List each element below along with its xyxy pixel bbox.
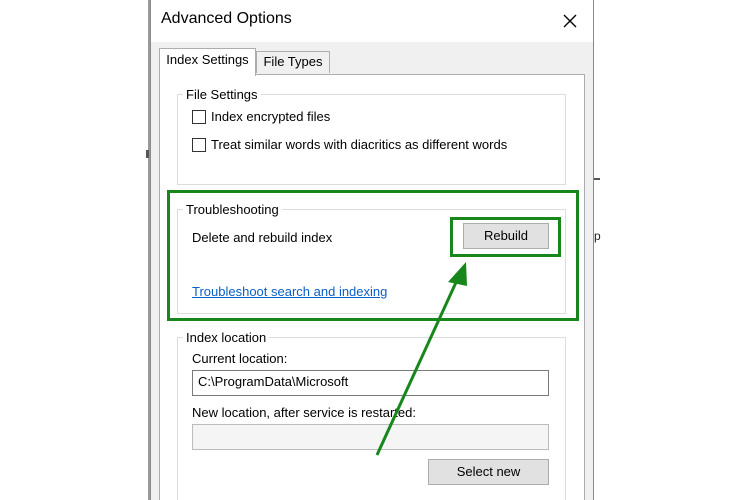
background-window-line: [146, 150, 149, 158]
troubleshooting-legend: Troubleshooting: [186, 202, 279, 217]
index-settings-panel: File Settings Index encrypted files Trea…: [159, 74, 585, 500]
diacritics-label: Treat similar words with diacritics as d…: [211, 137, 508, 152]
delete-rebuild-text: Delete and rebuild index: [192, 230, 333, 245]
close-button[interactable]: [555, 6, 585, 36]
title-bar: Advanced Options: [151, 0, 593, 42]
file-settings-legend: File Settings: [186, 87, 258, 102]
index-location-legend: Index location: [186, 330, 267, 345]
new-location-field[interactable]: [192, 424, 549, 450]
rebuild-button[interactable]: Rebuild: [463, 223, 549, 249]
advanced-options-dialog: Advanced Options Index Settings File Typ…: [150, 0, 594, 500]
new-location-label: New location, after service is restarted…: [192, 405, 416, 420]
tab-file-types[interactable]: File Types: [256, 51, 330, 73]
background-window-text: p: [594, 229, 601, 243]
diacritics-checkbox-row[interactable]: Treat similar words with diacritics as d…: [192, 137, 507, 152]
diacritics-checkbox[interactable]: [192, 137, 206, 152]
index-encrypted-label: Index encrypted files: [211, 109, 331, 124]
select-new-button[interactable]: Select new: [428, 459, 549, 485]
close-icon: [563, 14, 577, 28]
current-location-field[interactable]: C:\ProgramData\Microsoft: [192, 370, 549, 396]
tab-index-settings[interactable]: Index Settings: [159, 48, 256, 76]
file-settings-group: File Settings: [177, 87, 566, 185]
current-location-label: Current location:: [192, 351, 288, 366]
index-encrypted-checkbox[interactable]: [192, 109, 206, 124]
index-encrypted-checkbox-row[interactable]: Index encrypted files: [192, 109, 330, 124]
background-window-line: [594, 178, 600, 180]
troubleshoot-search-link[interactable]: Troubleshoot search and indexing: [192, 284, 387, 299]
window-title: Advanced Options: [161, 10, 292, 27]
